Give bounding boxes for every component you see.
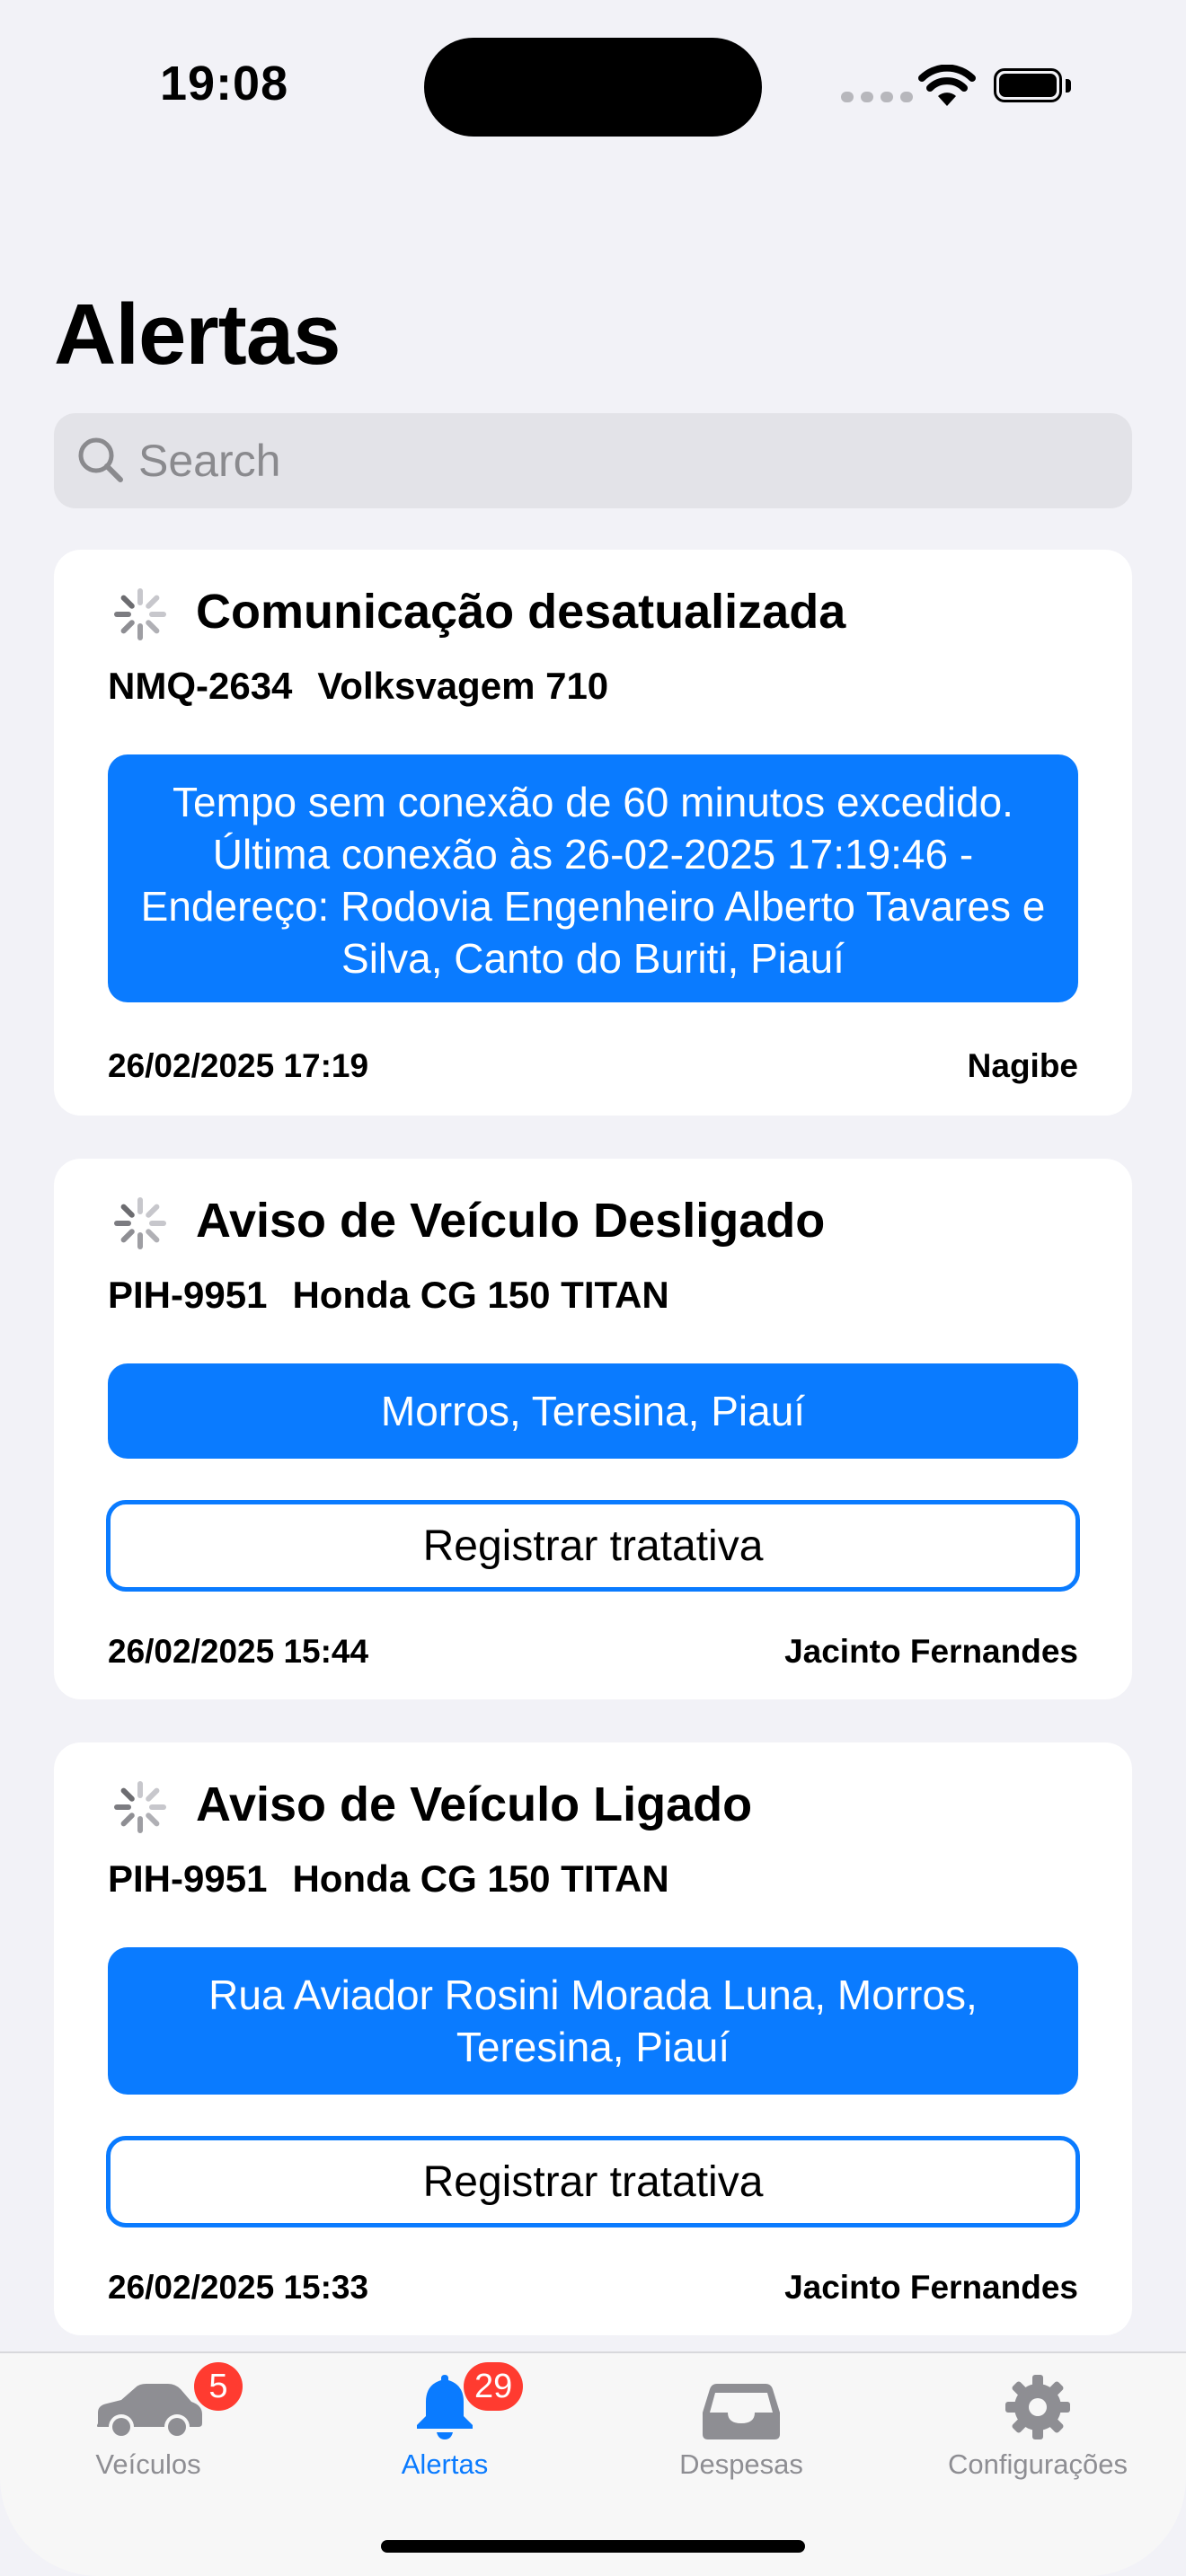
loading-spinner-icon [114, 588, 166, 640]
alert-title: Comunicação desatualizada [196, 585, 846, 639]
tray-icon [703, 2384, 780, 2439]
home-indicator [381, 2540, 805, 2553]
vehicle-info: NMQ-2634 Volksvagem 710 [108, 665, 608, 708]
alert-card[interactable]: Aviso de Veículo Desligado PIH-9951 Honda… [54, 1159, 1132, 1699]
alert-user: Nagibe [967, 1047, 1078, 1084]
alert-user: Jacinto Fernandes [784, 2269, 1078, 2306]
alert-message: Rua Aviador Rosini Morada Luna, Morros, … [108, 1947, 1078, 2095]
tab-label: Veículos [95, 2448, 201, 2480]
search-icon [78, 437, 123, 482]
tab-veiculos[interactable]: Veículos 5 [0, 2353, 296, 2515]
badge-count: 5 [194, 2362, 243, 2411]
alert-date: 26/02/2025 15:33 [108, 2269, 369, 2306]
alert-card[interactable]: Aviso de Veículo Ligado PIH-9951 Honda CG… [54, 1742, 1132, 2335]
vehicle-info: PIH-9951 Honda CG 150 TITAN [108, 1857, 669, 1901]
vehicle-model: Honda CG 150 TITAN [292, 1857, 669, 1900]
tab-label: Configurações [948, 2448, 1128, 2480]
tab-configuracoes[interactable]: Configurações [890, 2353, 1186, 2515]
vehicle-info: PIH-9951 Honda CG 150 TITAN [108, 1274, 669, 1317]
alert-message: Tempo sem conexão de 60 minutos excedido… [108, 754, 1078, 1002]
dynamic-island [424, 38, 762, 137]
search-bar[interactable] [54, 413, 1132, 508]
loading-spinner-icon [114, 1781, 166, 1833]
loading-spinner-icon [114, 1197, 166, 1249]
vehicle-model: Volksvagem 710 [317, 665, 609, 707]
alert-title: Aviso de Veículo Desligado [196, 1194, 826, 1248]
tab-label: Alertas [401, 2448, 489, 2480]
car-icon [97, 2384, 202, 2439]
alert-title: Aviso de Veículo Ligado [196, 1778, 753, 1831]
alert-date: 26/02/2025 15:44 [108, 1633, 369, 1670]
register-treatment-button[interactable]: Registrar tratativa [106, 2136, 1080, 2228]
status-time: 19:08 [160, 57, 289, 110]
app-screen: 19:08 Alertas Search Comunicação desatua… [0, 0, 1186, 2576]
search-input[interactable] [138, 413, 1109, 508]
vehicle-plate: PIH-9951 [108, 1857, 268, 1900]
alert-user: Jacinto Fernandes [784, 1633, 1078, 1670]
register-treatment-button[interactable]: Registrar tratativa [106, 1500, 1080, 1592]
alert-card[interactable]: Comunicação desatualizada NMQ-2634 Volksv… [54, 550, 1132, 1116]
page-title: Alertas [54, 287, 341, 383]
vehicle-plate: PIH-9951 [108, 1274, 268, 1316]
vehicle-model: Honda CG 150 TITAN [292, 1274, 669, 1316]
gear-icon [1005, 2375, 1070, 2439]
tab-label: Despesas [679, 2448, 803, 2480]
alert-date: 26/02/2025 17:19 [108, 1047, 369, 1084]
wifi-icon [918, 65, 976, 106]
tab-despesas[interactable]: Despesas [593, 2353, 890, 2515]
alert-message: Morros, Teresina, Piauí [108, 1363, 1078, 1459]
badge-count: 29 [464, 2362, 524, 2411]
vehicle-plate: NMQ-2634 [108, 665, 293, 707]
tab-alertas[interactable]: Alertas 29 [296, 2353, 593, 2515]
battery-icon [994, 68, 1075, 104]
